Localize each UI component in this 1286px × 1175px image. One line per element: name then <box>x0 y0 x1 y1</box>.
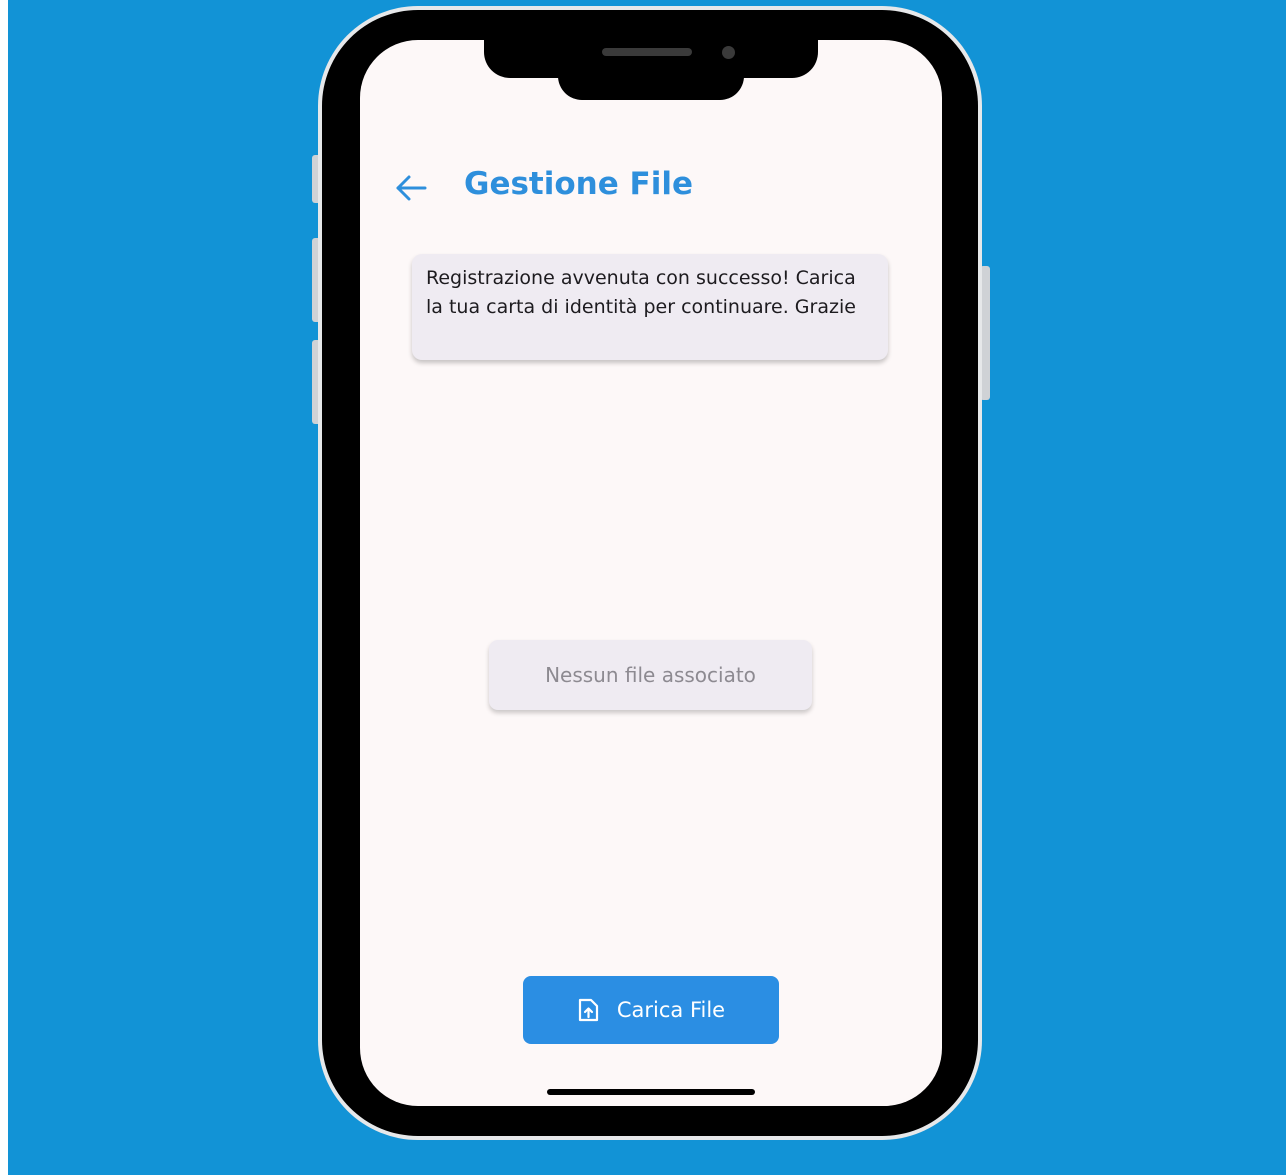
upload-file-label: Carica File <box>616 998 726 1022</box>
success-message-text: Registrazione avvenuta con successo! Car… <box>426 267 856 318</box>
notch-bottom <box>558 60 744 100</box>
empty-files-card: Nessun file associato <box>489 640 812 710</box>
upload-file-icon <box>577 998 599 1022</box>
success-message-card: Registrazione avvenuta con successo! Car… <box>412 254 888 360</box>
back-button[interactable] <box>392 168 432 208</box>
upload-file-button[interactable]: Carica File <box>523 976 779 1044</box>
empty-files-label: Nessun file associato <box>545 663 756 687</box>
home-indicator <box>547 1089 755 1095</box>
speaker-grille <box>602 48 692 56</box>
arrow-left-icon <box>396 175 427 201</box>
page-title: Gestione File <box>464 166 694 202</box>
front-camera <box>722 46 735 59</box>
